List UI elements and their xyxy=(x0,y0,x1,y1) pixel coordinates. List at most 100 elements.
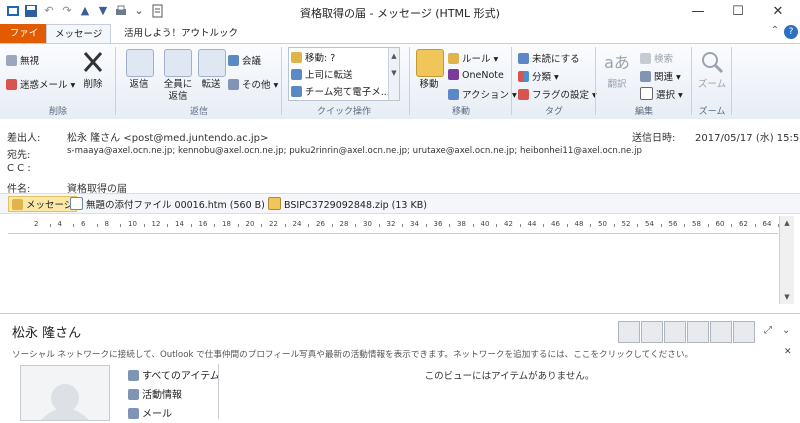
from-label: 差出人: xyxy=(7,133,41,144)
cursor-icon xyxy=(640,87,653,100)
ignore-button[interactable]: 無視 xyxy=(6,53,39,67)
people-tab-all-items[interactable]: すべてのアイテム xyxy=(128,367,220,382)
delete-button[interactable]: 削除 xyxy=(78,79,108,91)
to-label: 宛先: xyxy=(7,150,31,161)
maximize-button[interactable]: ☐ xyxy=(718,0,758,24)
ruler-tick-label: 48 xyxy=(574,220,584,228)
ruler-tick-label: 50 xyxy=(598,220,607,228)
categorize-icon xyxy=(518,71,529,82)
ruler-minor-tick xyxy=(402,224,404,227)
sent-value: 2017/05/17 (水) 15:52 xyxy=(695,133,800,144)
ruler-minor-tick xyxy=(543,224,545,227)
forward-button[interactable]: 転送 xyxy=(192,79,230,91)
zoom-group: ズーム ズーム xyxy=(692,43,732,119)
social-network-info[interactable]: ソーシャル ネットワークに接続して、Outlook で仕事仲間のプロフィール写真… xyxy=(12,348,777,360)
expand-icon[interactable]: ⤢ xyxy=(764,325,772,336)
ruler-tick-label: 44 xyxy=(527,220,537,228)
translate-button[interactable]: 翻訳 xyxy=(602,79,632,91)
avatar-thumb[interactable] xyxy=(733,321,755,343)
ruler-minor-tick xyxy=(590,224,592,227)
reply-button[interactable]: 返信 xyxy=(120,79,158,91)
avatar-thumb[interactable] xyxy=(664,321,686,343)
related-button[interactable]: 関連 ▾ xyxy=(640,69,681,83)
avatar-thumb[interactable] xyxy=(618,321,640,343)
home-icon xyxy=(128,370,139,381)
ruler-tick-label: 52 xyxy=(621,220,631,228)
body-scrollbar[interactable]: ▲ ▼ xyxy=(779,216,794,304)
help-button[interactable]: ? xyxy=(784,25,798,39)
ruler-minor-tick xyxy=(566,224,568,227)
mark-unread-button[interactable]: 未読にする xyxy=(518,51,580,65)
from-value[interactable]: 松永 隆さん <post@med.juntendo.ac.jp> xyxy=(67,129,268,144)
rules-button[interactable]: ルール ▾ xyxy=(448,51,498,65)
delete-group-label: 削除 xyxy=(48,107,67,117)
divider xyxy=(731,47,732,115)
actions-icon xyxy=(448,89,459,100)
ruler-tick-label: 28 xyxy=(339,220,349,228)
tab-outlook-tools[interactable]: 活用しよう！アウトルック xyxy=(116,24,246,43)
ruler-minor-tick xyxy=(731,224,733,227)
onenote-icon xyxy=(448,69,459,80)
ruler-tick-label: 42 xyxy=(504,220,513,228)
ruler-tick-label: 24 xyxy=(292,220,302,228)
meeting-button[interactable]: 会議 xyxy=(228,53,261,67)
tags-group-label: タグ xyxy=(544,107,563,117)
ruler-minor-tick xyxy=(331,224,333,227)
categorize-button[interactable]: 分類 ▾ xyxy=(518,69,559,83)
minimize-button[interactable]: — xyxy=(678,0,718,24)
other-button[interactable]: その他 ▾ xyxy=(228,77,278,91)
search-icon xyxy=(640,53,651,64)
flag-button[interactable]: フラグの設定 ▾ xyxy=(518,87,597,101)
ribbon-collapse-icon[interactable]: ⌃ xyxy=(768,25,782,39)
move-group-label: 移動 xyxy=(451,107,470,117)
select-button[interactable]: 選択 ▾ xyxy=(640,87,683,101)
sent-label: 送信日時: xyxy=(632,133,676,144)
zoom-button[interactable]: ズーム xyxy=(694,79,730,91)
people-tab-activity[interactable]: 活動情報 xyxy=(128,386,182,401)
tab-file[interactable]: ファイル xyxy=(0,24,48,58)
to-value[interactable]: s-maaya@axel.ocn.ne.jp; kennobu@axel.ocn… xyxy=(67,146,642,156)
attachment-htm[interactable]: 無題の添付ファイル 00016.htm (560 B) xyxy=(70,197,265,211)
ruler-minor-tick xyxy=(73,224,75,227)
ruler-tick-label: 30 xyxy=(363,220,372,228)
onenote-button[interactable]: OneNote xyxy=(448,69,504,81)
ruler-tick-label: 4 xyxy=(57,220,62,228)
reply-group: 返信 全員に 返信 転送 会議 その他 ▾ 返信 xyxy=(116,43,282,119)
ruler-tick-label: 22 xyxy=(269,220,278,228)
people-name: 松永 隆さん xyxy=(12,326,82,341)
avatar-thumb[interactable] xyxy=(687,321,709,343)
attachment-zip[interactable]: BSIPC3729092848.zip (13 KB) xyxy=(268,197,427,211)
attachment-message[interactable]: メッセージ xyxy=(8,196,78,212)
search-button[interactable]: 検索 xyxy=(640,51,673,65)
ruler-minor-tick xyxy=(754,224,756,227)
scroll-up-arrow[interactable]: ▲ xyxy=(780,216,794,230)
junk-button[interactable]: 迷惑メール ▾ xyxy=(6,77,75,91)
move-button[interactable]: 移動 xyxy=(412,79,446,91)
document-icon xyxy=(70,197,83,210)
people-tab-mail[interactable]: メール xyxy=(128,405,172,420)
collapse-icon[interactable]: ⌄ xyxy=(782,325,790,336)
ruler-minor-tick xyxy=(472,224,474,227)
flag-icon xyxy=(518,89,529,100)
ruler-tick-label: 10 xyxy=(128,220,137,228)
tab-message[interactable]: メッセージ xyxy=(46,24,112,44)
reply-icon xyxy=(126,49,154,77)
ruler-minor-tick xyxy=(120,224,122,227)
ruler-minor-tick xyxy=(637,224,639,227)
actions-button[interactable]: アクション ▾ xyxy=(448,87,517,101)
avatar xyxy=(20,365,110,421)
close-info-icon[interactable]: ✕ xyxy=(784,347,792,357)
ruler-tick-label: 54 xyxy=(645,220,654,228)
message-body[interactable] xyxy=(8,234,778,304)
close-button[interactable]: ✕ xyxy=(758,0,798,24)
ruler-tick-label: 26 xyxy=(316,220,325,228)
move-icon xyxy=(416,49,444,77)
ruler-tick-label: 38 xyxy=(457,220,466,228)
ruler-tick-label: 32 xyxy=(386,220,396,228)
ruler-minor-tick xyxy=(707,224,709,227)
scroll-down-arrow[interactable]: ▼ xyxy=(780,290,794,304)
avatar-thumb[interactable] xyxy=(710,321,732,343)
ruler-minor-tick xyxy=(449,224,451,227)
avatar-thumb[interactable] xyxy=(641,321,663,343)
delete-icon xyxy=(80,49,106,75)
